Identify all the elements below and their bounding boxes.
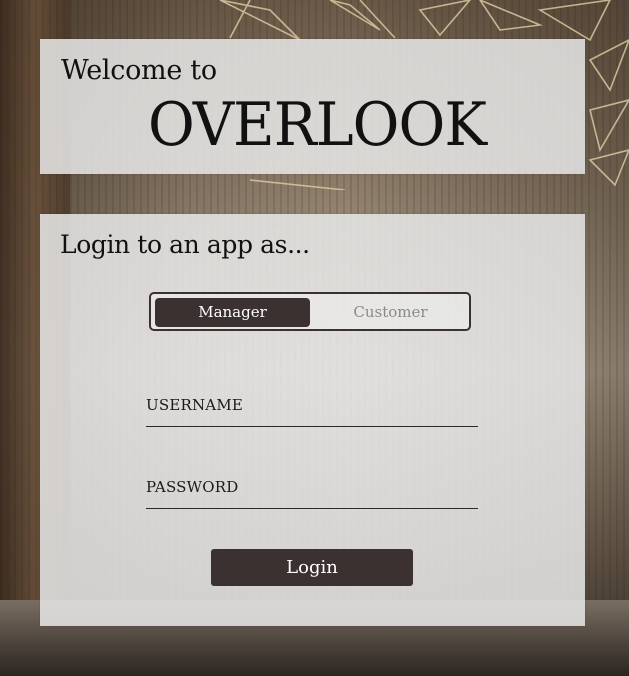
login-heading: Login to an app as... [60,230,310,259]
username-input[interactable] [146,416,478,427]
login-panel: Login to an app as... Manager Customer U… [40,214,585,626]
role-customer-option[interactable]: Customer [313,298,468,327]
brand-logo: OVERLOOK [148,90,489,159]
role-toggle: Manager Customer [149,292,471,331]
password-label: PASSWORD [146,478,239,496]
password-input[interactable] [146,498,478,509]
role-manager-option[interactable]: Manager [155,298,310,327]
login-button[interactable]: Login [211,549,413,586]
welcome-text: Welcome to [61,55,217,86]
username-label: USERNAME [146,396,244,414]
password-field: PASSWORD [146,476,478,509]
svg-text:OVERLOOK: OVERLOOK [148,90,488,159]
welcome-banner: Welcome to OVERLOOK [40,39,585,174]
username-field: USERNAME [146,394,478,427]
